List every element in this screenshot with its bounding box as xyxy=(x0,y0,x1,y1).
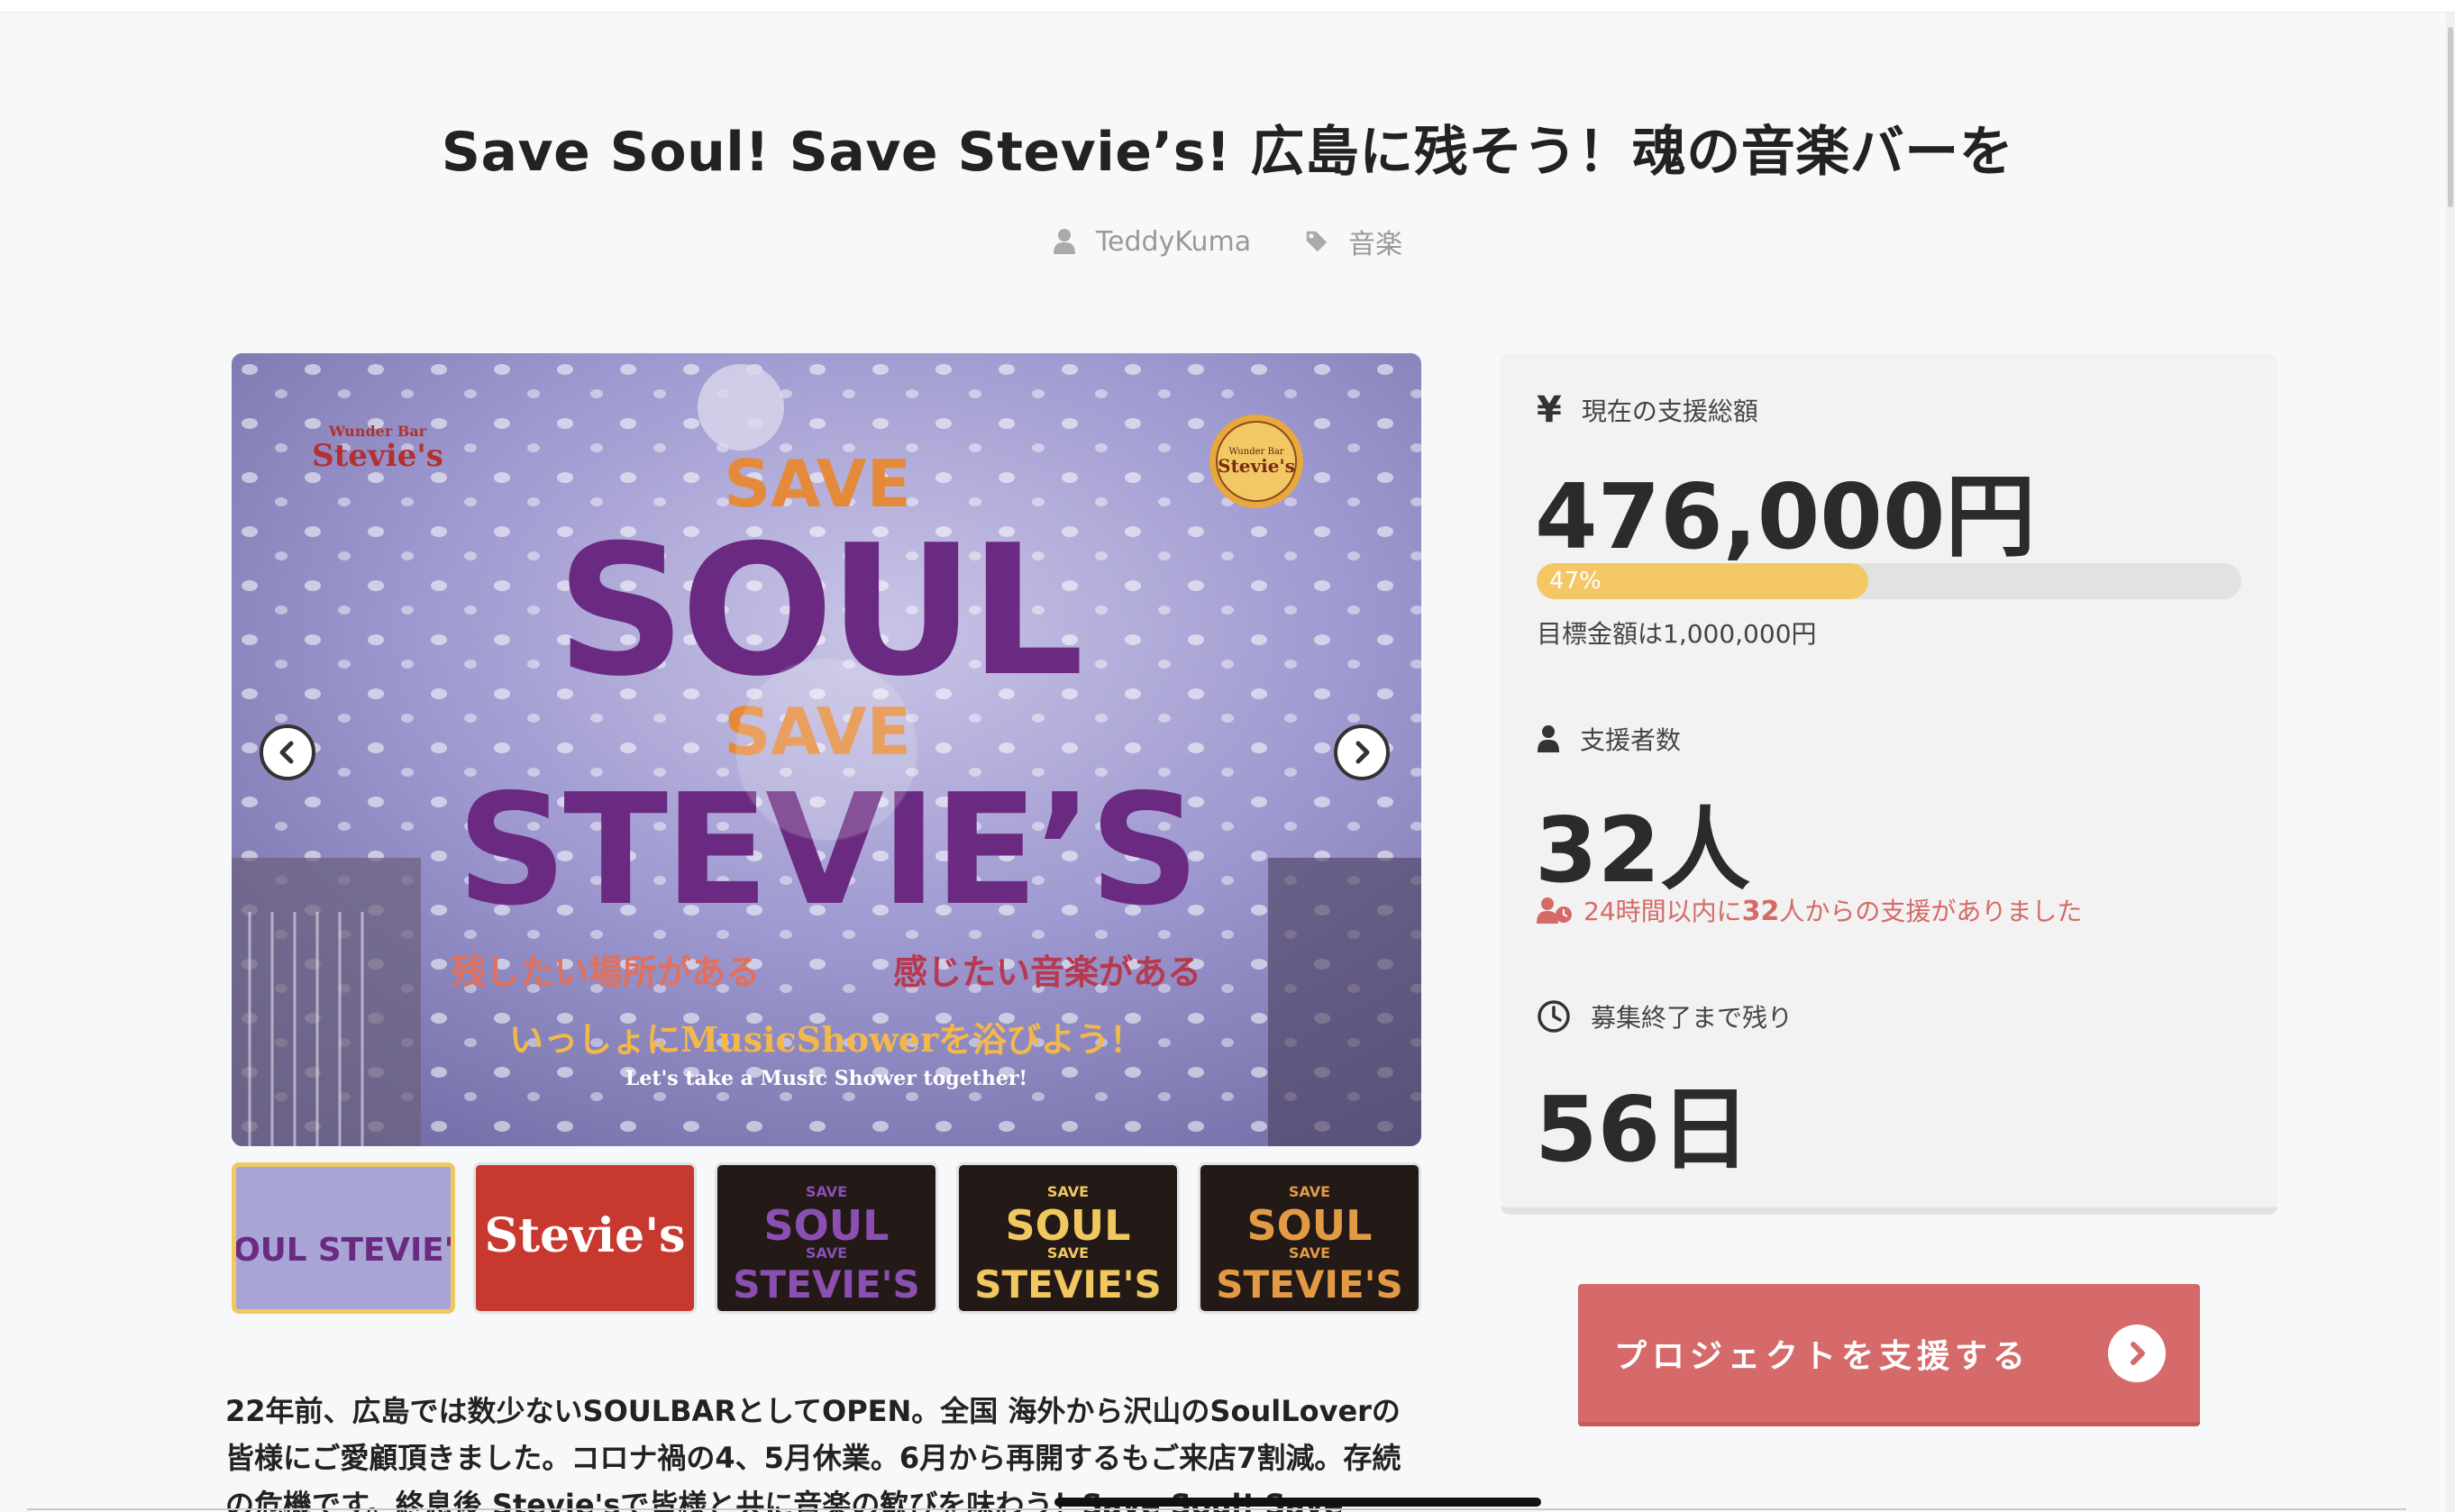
user-icon xyxy=(1053,229,1075,254)
carousel-prev-button[interactable] xyxy=(260,724,315,780)
thumbnail-5-save-2: SAVE xyxy=(1289,1244,1330,1262)
thumbnail-3[interactable]: SAVE SOUL SAVE STEVIE'S xyxy=(715,1162,938,1314)
funding-progress-bar: 47% xyxy=(1537,563,2241,599)
goal-amount: 目標金額は1,000,000円 xyxy=(1537,619,1817,649)
progress-label: 47% xyxy=(1549,568,1602,595)
slide-brand-name: Stevie's xyxy=(312,438,443,474)
total-label: 現在の支援総額 xyxy=(1581,396,1758,426)
progress-fill: 47% xyxy=(1537,563,1868,599)
recent-users-icon xyxy=(1537,897,1572,924)
backers-count: 32人 xyxy=(1535,797,1751,903)
remaining-label-row: 募集終了まで残り xyxy=(1537,998,1793,1034)
project-meta: TeddyKuma 音楽 xyxy=(0,222,2455,261)
thumbnail-1-label: SOUL STEVIE'S xyxy=(236,1232,451,1269)
author-name: TeddyKuma xyxy=(1095,225,1252,258)
thumbnail-3-soul: SOUL xyxy=(764,1201,890,1250)
home-indicator xyxy=(1054,1498,1541,1507)
recent-suffix: 人からの支援がありました xyxy=(1779,897,2083,926)
project-description: 22年前、広島では数少ないSOULBARとしてOPEN。全国 海外から沢山のSo… xyxy=(225,1394,1401,1512)
clock-icon xyxy=(1538,1000,1570,1033)
thumbnail-5-save: SAVE xyxy=(1289,1183,1330,1200)
page: Save Soul! Save Stevie’s! 広島に残そう！魂の音楽バーを… xyxy=(0,0,2455,1512)
thumbnail-4-soul: SOUL xyxy=(1006,1201,1131,1250)
user-icon xyxy=(1538,725,1559,752)
slide-image: Wunder Bar Stevie's Wunder Bar Stevie's … xyxy=(232,353,1421,1146)
thumbnail-5-soul: SOUL xyxy=(1247,1201,1373,1250)
thumbnail-5[interactable]: SAVE SOUL SAVE STEVIE'S xyxy=(1198,1162,1421,1314)
thumbnail-3-save-2: SAVE xyxy=(806,1244,847,1262)
thumbnail-4[interactable]: SAVE SOUL SAVE STEVIE'S xyxy=(956,1162,1180,1314)
thumbnail-4-save: SAVE xyxy=(1047,1183,1089,1200)
total-amount: 476,000円 xyxy=(1535,464,2036,569)
thumbnail-3-save: SAVE xyxy=(806,1183,847,1200)
carousel-next-button[interactable] xyxy=(1334,724,1390,780)
thumbnail-2[interactable]: Stevie's xyxy=(473,1162,697,1314)
slide-tagline-1: 残したい場所がある xyxy=(452,952,760,992)
support-button-label: プロジェクトを支援する xyxy=(1614,1337,2031,1375)
category-name: 音楽 xyxy=(1348,229,1403,260)
recent-prefix: 24時間以内に xyxy=(1583,897,1742,926)
thumbnail-4-save-2: SAVE xyxy=(1047,1244,1089,1262)
page-bottom-divider xyxy=(27,1508,2406,1510)
main-media-slide[interactable]: Wunder Bar Stevie's Wunder Bar Stevie's … xyxy=(232,353,1421,1146)
recent-backers-note: 24時間以内に32人からの支援がありました xyxy=(1537,892,2082,928)
thumbnail-3-stevies: STEVIE'S xyxy=(733,1262,920,1307)
arrow-right-circle-icon xyxy=(2108,1324,2166,1382)
remaining-label: 募集終了まで残り xyxy=(1591,1003,1793,1033)
chevron-left-icon xyxy=(279,741,294,764)
stats-panel: ¥ 現在の支援総額 476,000円 47% 目標金額は1,000,000円 支… xyxy=(1501,353,2277,1215)
category-link[interactable]: 音楽 xyxy=(1305,222,1402,261)
support-project-button[interactable]: プロジェクトを支援する xyxy=(1578,1284,2200,1426)
tag-icon xyxy=(1306,231,1328,252)
author-link[interactable]: TeddyKuma xyxy=(1053,226,1251,258)
backers-label: 支援者数 xyxy=(1580,725,1682,755)
thumbnail-5-stevies: STEVIE'S xyxy=(1216,1262,1403,1307)
total-label-row: ¥ 現在の支援総額 xyxy=(1537,389,1758,431)
chevron-right-icon xyxy=(1355,741,1370,764)
thumbnail-2-label: Stevie's xyxy=(485,1208,686,1263)
top-strip xyxy=(0,0,2455,13)
slide-tagline-3: いっしょにMusicShowerを浴びよう！ xyxy=(509,1019,1144,1060)
slide-tagline-2: 感じたい音楽がある xyxy=(893,952,1201,992)
thumbnail-1[interactable]: SOUL STEVIE'S xyxy=(232,1162,455,1314)
thumbnail-4-stevies: STEVIE'S xyxy=(974,1262,1162,1307)
project-title: Save Soul! Save Stevie’s! 広島に残そう！魂の音楽バーを xyxy=(441,121,2014,184)
recent-count: 32 xyxy=(1741,896,1780,927)
badge-name: Stevie's xyxy=(1218,455,1295,477)
thumbnail-strip: SOUL STEVIE'S Stevie's SAVE SOUL SAVE ST… xyxy=(232,1162,1421,1314)
slide-tagline-en: Let's take a Music Shower together! xyxy=(625,1067,1027,1090)
backers-label-row: 支援者数 xyxy=(1537,721,1681,757)
remaining-days: 56日 xyxy=(1535,1077,1751,1182)
yen-icon: ¥ xyxy=(1537,389,1562,431)
